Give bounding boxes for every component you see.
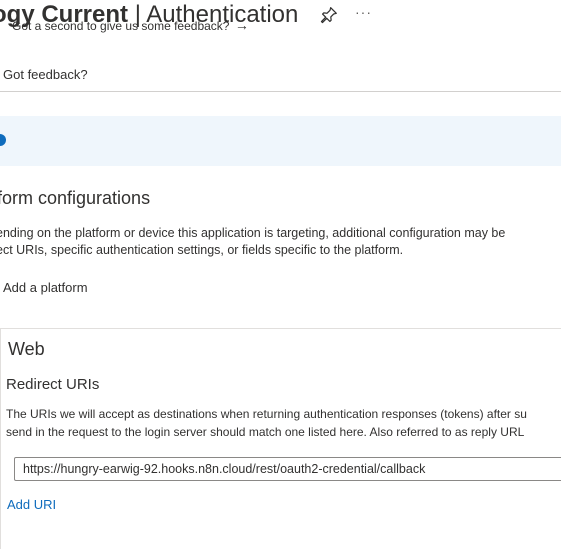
platform-description-line2: ect URIs, specific authentication settin…	[0, 243, 404, 257]
redirect-uri-input[interactable]	[14, 457, 561, 481]
arrow-right-icon: →	[234, 17, 249, 33]
feedback-banner-text: Got a second to give us some feedback?	[12, 19, 230, 33]
platform-configurations-heading: form configurations	[0, 188, 151, 208]
info-icon	[0, 134, 6, 146]
redirect-uris-heading: Redirect URIs	[6, 376, 100, 393]
add-platform-button[interactable]: Add a platform	[3, 280, 88, 295]
more-icon[interactable]: ···	[355, 4, 372, 20]
web-card-title: Web	[8, 339, 45, 359]
got-feedback-button[interactable]: Got feedback?	[3, 67, 88, 82]
redirect-uris-description-line2: send in the request to the login server …	[6, 425, 525, 439]
toolbar-divider	[0, 91, 561, 92]
feedback-banner-link[interactable]: Got a second to give us some feedback? →	[12, 17, 249, 33]
platform-description-line1: ending on the platform or device this ap…	[0, 226, 506, 240]
pin-icon[interactable]	[320, 6, 338, 24]
redirect-uris-description-line1: The URIs we will accept as destinations …	[6, 407, 527, 421]
add-uri-link[interactable]: Add URI	[7, 497, 56, 512]
feedback-banner	[0, 116, 561, 166]
